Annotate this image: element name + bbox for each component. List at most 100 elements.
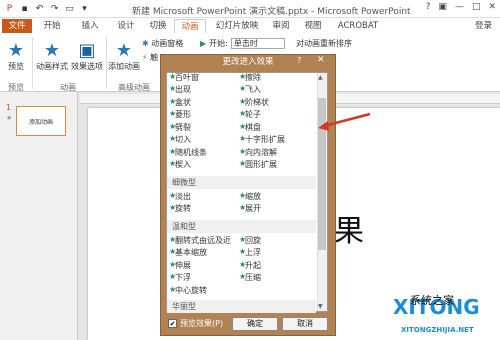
divider xyxy=(106,37,107,89)
slide-thumbnail-text: 添加动画 xyxy=(28,118,53,126)
tab-view[interactable]: 视图 xyxy=(300,19,326,33)
slide-number: 1 xyxy=(6,103,12,112)
tab-design[interactable]: 设计 xyxy=(112,19,140,33)
effect-options-icon: ▣ xyxy=(78,39,96,61)
star-preview-icon: ★ xyxy=(7,39,25,61)
effect-options-button[interactable]: ▣ 效果选项 xyxy=(70,40,104,72)
effect-item[interactable]: 缩放 xyxy=(245,191,261,202)
add-animation-label: 添加动画 xyxy=(108,62,140,71)
slide-text[interactable]: 果 xyxy=(334,206,364,250)
effect-item[interactable]: 百叶窗 xyxy=(175,72,199,83)
dialog-close-icon[interactable]: ✕ xyxy=(317,55,325,65)
effect-item[interactable]: 向内溶解 xyxy=(245,147,277,158)
preview-label: 预览 xyxy=(8,62,24,71)
effect-item[interactable]: 旋转 xyxy=(175,203,191,214)
slide-thumbnail[interactable]: 添加动画 xyxy=(16,106,66,136)
effect-section-header: 细微型 xyxy=(167,175,316,189)
preview-button[interactable]: ★ 预览 xyxy=(4,40,28,72)
reorder-label: 对动画重新排序 xyxy=(296,39,352,48)
effect-item[interactable]: 伸展 xyxy=(175,260,191,271)
effect-item[interactable]: 圆形扩展 xyxy=(245,159,277,170)
effect-item[interactable]: 擦除 xyxy=(245,72,261,83)
effect-item[interactable]: 淡出 xyxy=(175,191,191,202)
cancel-button[interactable]: 取消 xyxy=(282,317,328,331)
close-icon[interactable]: ✕ xyxy=(488,2,496,12)
minimize-icon[interactable]: — xyxy=(455,2,464,12)
scroll-down-icon[interactable]: ▼ xyxy=(318,303,323,310)
effect-item[interactable]: 阶梯状 xyxy=(245,97,269,108)
dialog-title: 更改进入效果 xyxy=(222,57,274,67)
annotation-arrow-icon xyxy=(318,112,371,131)
undo-icon[interactable]: ↶ xyxy=(34,3,45,14)
preview-effect-label: 预览效果(P) xyxy=(180,319,224,328)
effect-item[interactable]: 展开 xyxy=(245,203,261,214)
ribbon-display-icon[interactable]: ▣ xyxy=(438,2,447,12)
window-controls: ? ▣ — □ ✕ xyxy=(426,2,496,12)
start-select[interactable]: 单击时 xyxy=(230,38,285,49)
powerpoint-icon[interactable]: P xyxy=(4,3,15,14)
effect-item[interactable]: 中心旋转 xyxy=(175,285,207,296)
dialog-help-icon[interactable]: ? xyxy=(297,56,301,65)
maximize-icon[interactable]: □ xyxy=(472,2,481,12)
watermark-handwriting: 系统之家 xyxy=(410,294,454,307)
tab-review[interactable]: 审阅 xyxy=(268,19,294,33)
effect-item[interactable]: 飞入 xyxy=(245,84,261,95)
add-star-icon: ★ xyxy=(115,39,133,61)
group-label-advanced: 高级动画 xyxy=(118,83,150,92)
animation-indicator-icon: ★ xyxy=(6,114,13,122)
animation-styles-button[interactable]: ★ 动画样式 xyxy=(36,40,68,72)
checkbox[interactable]: ✔ xyxy=(168,319,177,328)
effect-item[interactable]: 十字形扩展 xyxy=(245,134,285,145)
tab-home[interactable]: 开始 xyxy=(38,19,66,33)
add-animation-button[interactable]: ★ 添加动画 xyxy=(108,40,140,72)
effect-item[interactable]: 回旋 xyxy=(245,235,261,246)
quick-access-toolbar: P ▪ ↶ ↷ ▭ ▾ xyxy=(4,3,90,14)
divider xyxy=(32,37,33,89)
animation-pane-label: 动画窗格 xyxy=(151,39,184,48)
tab-transitions[interactable]: 切换 xyxy=(144,19,172,33)
effect-item[interactable]: 菱形 xyxy=(175,109,191,120)
tab-insert[interactable]: 插入 xyxy=(76,19,104,33)
animation-pane-button[interactable]: ✱ 动画窗格 xyxy=(142,38,183,49)
effect-item[interactable]: 出现 xyxy=(175,84,191,95)
effect-item[interactable]: 盒状 xyxy=(175,97,191,108)
effect-item[interactable]: 劈裂 xyxy=(175,122,191,133)
ribbon-tabs: 文件 开始 插入 设计 切换 动画 幻灯片放映 审阅 视图 ACROBAT xyxy=(0,18,500,34)
effect-item[interactable]: 轮子 xyxy=(245,109,261,120)
start-value: 单击时 xyxy=(233,39,258,48)
animation-styles-label: 动画样式 xyxy=(36,62,68,71)
help-icon[interactable]: ? xyxy=(426,2,431,12)
trigger-button[interactable]: ⚡ 触 xyxy=(142,52,158,63)
effect-item[interactable]: 切入 xyxy=(175,134,191,145)
scroll-up-icon[interactable]: ▲ xyxy=(318,74,323,81)
tab-acrobat[interactable]: ACROBAT xyxy=(334,19,382,33)
effect-item[interactable]: 基本缩放 xyxy=(175,247,207,258)
trigger-label: 触 xyxy=(150,53,159,62)
play-icon: ▶ xyxy=(200,39,207,48)
effect-item[interactable]: 随机线条 xyxy=(175,147,207,158)
effect-item[interactable]: 下浮 xyxy=(175,272,191,283)
star-icon: ★ xyxy=(43,39,61,61)
effect-item[interactable]: 压缩 xyxy=(245,272,261,283)
effect-section-header: 温和型 xyxy=(167,219,316,233)
ok-button[interactable]: 确定 xyxy=(232,317,278,331)
effect-section-header: 华丽型 xyxy=(167,300,316,313)
effect-item[interactable]: 楔入 xyxy=(175,159,191,170)
tab-slideshow[interactable]: 幻灯片放映 xyxy=(212,19,262,33)
slideshow-icon[interactable]: ▭ xyxy=(64,3,75,14)
effect-item[interactable]: 升起 xyxy=(245,260,261,271)
login-link[interactable]: 登录 xyxy=(475,19,492,31)
tab-file[interactable]: 文件 xyxy=(2,19,32,33)
redo-icon[interactable]: ↷ xyxy=(49,3,60,14)
effect-item[interactable]: 上浮 xyxy=(245,247,261,258)
animation-pane-icon: ✱ xyxy=(142,39,149,48)
customize-qat-icon[interactable]: ▾ xyxy=(79,3,90,14)
tab-animations[interactable]: 动画 xyxy=(174,19,206,33)
effect-item[interactable]: 翻转式由远及近 xyxy=(175,235,231,246)
start-control: ▶ 开始: 单击时 xyxy=(200,38,285,49)
preview-effect-checkbox[interactable]: ✔ 预览效果(P) xyxy=(168,318,223,329)
effect-item[interactable]: 棋盘 xyxy=(245,122,261,133)
watermark-url: XITONGZHIJIA.NET xyxy=(401,326,474,334)
save-icon[interactable]: ▪ xyxy=(19,3,30,14)
window-title: 新建 Microsoft PowerPoint 演示文稿.pptx - Micr… xyxy=(132,7,411,17)
